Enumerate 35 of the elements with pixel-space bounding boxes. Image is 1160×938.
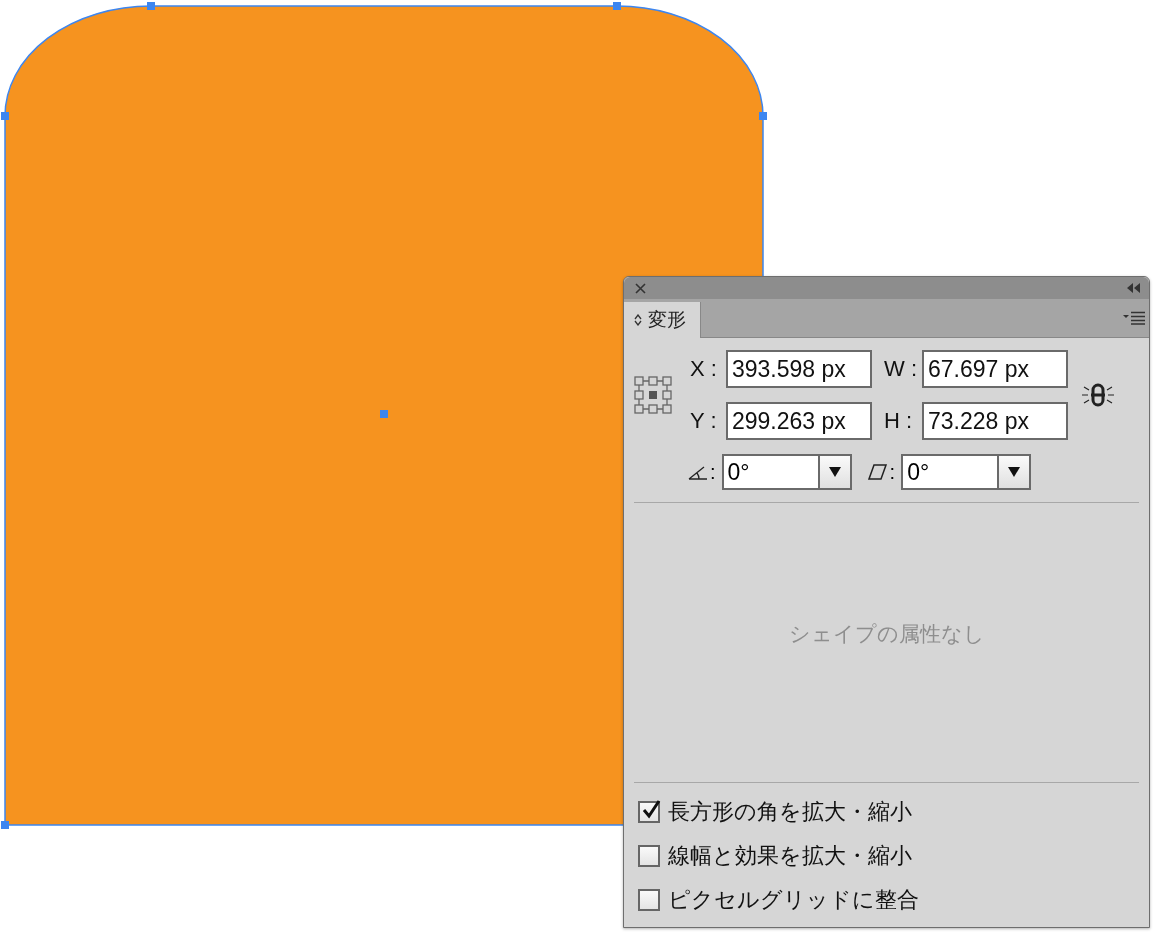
input-field[interactable]: 73.228 px [922, 402, 1068, 440]
center-point [380, 410, 388, 418]
checkbox-label: 線幅と効果を拡大・縮小 [668, 842, 912, 870]
panel-menu-icon[interactable] [1123, 311, 1145, 325]
anchor-handle[interactable] [759, 112, 767, 120]
anchor-handle[interactable] [147, 2, 155, 10]
input-field[interactable]: 299.263 px [726, 402, 872, 440]
field-label: : [889, 460, 896, 484]
anchor-handle[interactable] [1, 821, 9, 829]
checkbox[interactable] [638, 845, 660, 867]
checkbox[interactable] [638, 801, 660, 823]
anchor-handle[interactable] [613, 2, 621, 10]
empty-message: シェイプの属性なし [787, 620, 986, 647]
close-icon[interactable] [635, 282, 646, 294]
angle-dropdown[interactable]: 0° [721, 454, 852, 490]
panel-tab[interactable]: 変形 [624, 302, 701, 338]
field-label: H : [883, 408, 914, 434]
caret-icon [1008, 467, 1021, 477]
field-label: W : [883, 356, 918, 382]
checkbox-label: ピクセルグリッドに整合 [668, 886, 919, 914]
checkbox-label: 長方形の角を拡大・縮小 [668, 798, 912, 826]
angle-dropdown[interactable]: 0° [901, 454, 1032, 490]
field-label: : [710, 460, 716, 484]
input-field[interactable]: 393.598 px [726, 350, 872, 388]
caret-icon [828, 467, 841, 477]
anchor-handle[interactable] [1, 112, 9, 120]
input-field[interactable]: 67.697 px [922, 350, 1068, 388]
field-label: Y : [689, 408, 718, 434]
collapse-icon[interactable] [1127, 283, 1141, 293]
reference-point-icon[interactable] [634, 376, 672, 414]
checkbox[interactable] [638, 889, 660, 911]
parallelogram-icon [867, 464, 888, 480]
angle-icon [688, 464, 708, 480]
field-label: X : [689, 356, 718, 382]
up-down-arrows-icon [634, 314, 642, 326]
